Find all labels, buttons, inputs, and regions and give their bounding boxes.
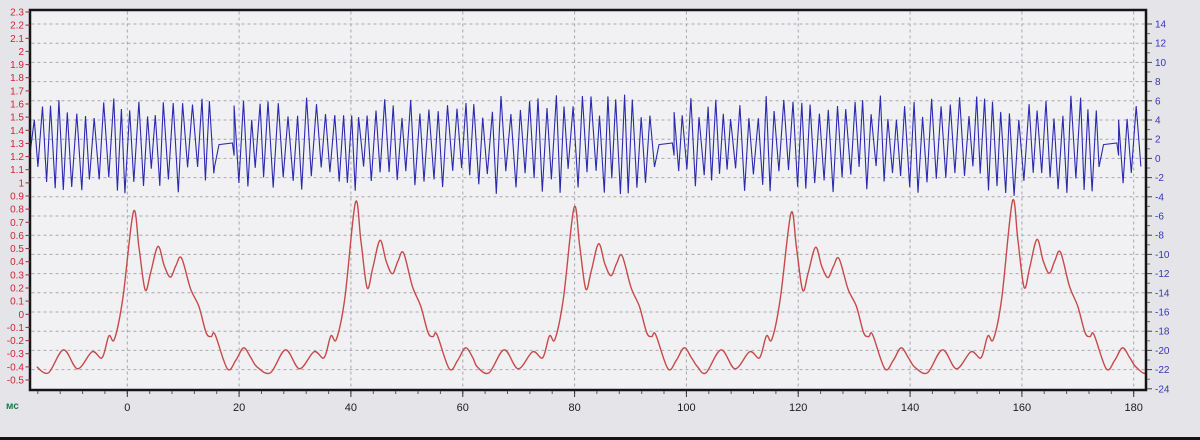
- right-axis-layer: 14 12 10 8 6 4 2 0 -2 -4 -6 -8 -10 -12 -14 -16 -18 -20 -22…: [1147, 20, 1170, 395]
- x-axis-tick-label: 60: [457, 402, 469, 414]
- left-axis-tick-label: -0.1: [7, 323, 25, 334]
- right-axis-tick-label: -20: [1155, 346, 1170, 357]
- left-axis-tick-label: 1.3: [10, 139, 24, 150]
- x-axis-tick-label: 100: [677, 402, 695, 414]
- chart-svg: 0 20 40 60 80 100 120 140 160 1802.32.22.121.91.8…: [7, 8, 1170, 415]
- right-axis-tick-label: -8: [1155, 231, 1164, 242]
- left-axis-tick-label: 0: [18, 310, 24, 321]
- left-axis-tick-label: 1.8: [10, 73, 24, 84]
- x-axis-unit-label: мс: [6, 401, 19, 412]
- left-axis-tick-label: 1.1: [10, 165, 24, 176]
- left-axis-tick-label: 0.8: [10, 205, 24, 216]
- left-axis-tick-label: 2.3: [10, 8, 24, 19]
- left-axis-tick-label: 2.2: [10, 21, 24, 32]
- left-axis-tick-label: 2.1: [10, 34, 24, 45]
- x-axis-tick-label: 80: [568, 402, 580, 414]
- x-axis-tick-label: 20: [233, 402, 245, 414]
- right-axis-tick-label: 2: [1155, 135, 1161, 146]
- left-axis-tick-label: 0.3: [10, 270, 24, 281]
- x-axis-tick-label: 180: [1125, 402, 1143, 414]
- left-axis-tick-label: 1.4: [10, 126, 24, 137]
- x-axis-tick-label: 0: [124, 402, 130, 414]
- x-axis-tick-label: 120: [789, 402, 807, 414]
- x-axis-tick-label: 40: [345, 402, 357, 414]
- left-axis-tick-label: 1.2: [10, 152, 24, 163]
- x-axis-tick-label: 160: [1013, 402, 1031, 414]
- left-axis-tick-label: 1: [18, 178, 24, 189]
- left-axis-tick-label: 0.9: [10, 192, 24, 203]
- plot-area: [30, 10, 1146, 390]
- left-axis-tick-label: 0.2: [10, 284, 24, 295]
- right-axis-tick-label: 4: [1155, 116, 1161, 127]
- right-axis-tick-label: -10: [1155, 250, 1170, 261]
- right-axis-tick-label: 10: [1155, 58, 1167, 69]
- right-axis-tick-label: -14: [1155, 288, 1170, 299]
- right-axis-tick-label: 6: [1155, 96, 1161, 107]
- left-axis-tick-label: 0.5: [10, 244, 24, 255]
- left-axis-tick-label: -0.3: [7, 349, 25, 360]
- right-axis-tick-label: -2: [1155, 173, 1164, 184]
- right-axis-tick-label: 8: [1155, 77, 1161, 88]
- right-axis-tick-label: -12: [1155, 269, 1170, 280]
- right-axis-tick-label: 14: [1155, 20, 1167, 31]
- left-axis-tick-label: 2: [18, 47, 24, 58]
- left-axis-tick-label: 0.7: [10, 218, 24, 229]
- right-axis-tick-label: -24: [1155, 384, 1170, 395]
- right-axis-tick-label: 12: [1155, 39, 1167, 50]
- left-axis-layer: 2.3 2.2 2.1 2 1.9 1.8 1.7 1.6 1.5 1.4 1.3 1.2 1.1 1 0.…: [7, 8, 30, 387]
- left-axis-tick-label: 1.6: [10, 100, 24, 111]
- left-axis-tick-label: 1.5: [10, 113, 24, 124]
- left-axis-tick-label: -0.5: [7, 376, 25, 387]
- right-axis-tick-label: -4: [1155, 192, 1164, 203]
- left-axis-tick-label: 1.9: [10, 60, 24, 71]
- right-axis-tick-label: 0: [1155, 154, 1161, 165]
- chart-panel: 0 20 40 60 80 100 120 140 160 180 2.3 2.2 2.1 2 1.9 1.8…: [0, 0, 1200, 440]
- left-axis-tick-label: 0.6: [10, 231, 24, 242]
- right-axis-tick-label: -18: [1155, 327, 1170, 338]
- left-axis-tick-label: -0.4: [7, 362, 25, 373]
- right-axis-tick-label: -16: [1155, 308, 1170, 319]
- x-axis-layer: 0 20 40 60 80 100 120 140 160 180: [37, 391, 1143, 414]
- left-axis-tick-label: 0.1: [10, 297, 24, 308]
- left-axis-tick-label: 1.7: [10, 86, 24, 97]
- left-axis-tick-label: -0.2: [7, 336, 25, 347]
- x-axis-tick-label: 140: [901, 402, 919, 414]
- left-axis-tick-label: 0.4: [10, 257, 24, 268]
- right-axis-tick-label: -22: [1155, 365, 1170, 376]
- right-axis-tick-label: -6: [1155, 212, 1164, 223]
